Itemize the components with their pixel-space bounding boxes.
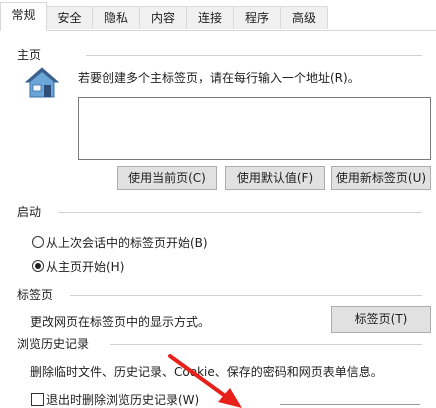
home-section-title: 主页 bbox=[17, 48, 42, 62]
home-section-separator bbox=[86, 55, 422, 56]
tab-general[interactable]: 常规 bbox=[0, 2, 47, 31]
startup-section-separator bbox=[58, 212, 422, 213]
house-icon bbox=[24, 66, 60, 100]
tab-strip-border bbox=[0, 30, 436, 31]
tab-connections[interactable]: 连接 bbox=[186, 6, 234, 29]
tab-advanced[interactable]: 高级 bbox=[280, 6, 328, 29]
tab-content[interactable]: 内容 bbox=[139, 6, 187, 29]
use-current-page-button[interactable]: 使用当前页(C) bbox=[117, 166, 217, 190]
startup-last-session-radio[interactable] bbox=[32, 236, 44, 248]
home-page-urls-textarea[interactable] bbox=[78, 97, 431, 160]
tabs-settings-button[interactable]: 标签页(T) bbox=[331, 306, 431, 333]
tab-security[interactable]: 安全 bbox=[46, 6, 93, 29]
startup-home-label[interactable]: 从主页开始(H) bbox=[46, 258, 124, 275]
startup-last-session-label[interactable]: 从上次会话中的标签页开始(B) bbox=[46, 234, 208, 251]
history-section-title: 浏览历史记录 bbox=[17, 337, 90, 351]
delete-history-on-exit-checkbox[interactable] bbox=[31, 393, 44, 406]
tab-programs[interactable]: 程序 bbox=[233, 6, 281, 29]
startup-section-title: 启动 bbox=[17, 205, 42, 219]
use-default-button[interactable]: 使用默认值(F) bbox=[225, 166, 325, 190]
use-new-tab-button[interactable]: 使用新标签页(U) bbox=[331, 166, 431, 190]
home-description: 若要创建多个主标签页，请在每行输入一个地址(R)。 bbox=[78, 71, 360, 85]
tab-strip: 常规 安全 隐私 内容 连接 程序 高级 bbox=[0, 0, 436, 31]
tab-privacy[interactable]: 隐私 bbox=[92, 6, 140, 29]
tabs-description: 更改网页在标签页中的显示方式。 bbox=[30, 315, 211, 329]
tabs-section-title: 标签页 bbox=[17, 288, 54, 302]
tabs-section-separator bbox=[70, 295, 422, 296]
annotation-arrow-icon bbox=[168, 354, 242, 408]
startup-home-radio[interactable] bbox=[32, 260, 44, 272]
bottom-button-edge bbox=[280, 404, 420, 405]
history-section-separator bbox=[110, 344, 422, 345]
